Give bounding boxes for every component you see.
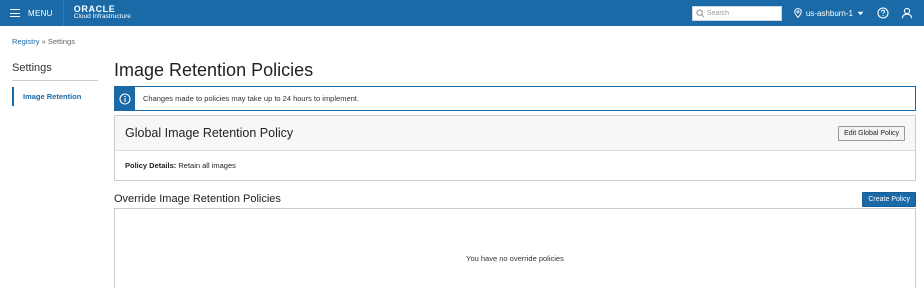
override-policies-title: Override Image Retention Policies: [114, 193, 281, 205]
user-icon[interactable]: [900, 6, 914, 20]
info-banner: Changes made to policies may take up to …: [114, 86, 916, 111]
breadcrumb-current: Settings: [47, 37, 75, 46]
info-icon: [115, 87, 135, 110]
brand-subtitle: Cloud Infrastructure: [73, 13, 131, 20]
edit-global-policy-button[interactable]: Edit Global Policy: [838, 125, 905, 141]
search-icon: [696, 8, 705, 17]
policy-details-value: Retain all images: [178, 161, 236, 170]
search-box[interactable]: [691, 5, 782, 21]
oracle-logo[interactable]: ORACLE Cloud Infrastructure: [74, 5, 131, 21]
menu-button[interactable]: MENU: [0, 0, 64, 26]
sidebar-item-image-retention[interactable]: Image Retention: [12, 87, 98, 106]
empty-state-message: You have no override policies: [466, 253, 564, 263]
policy-details: Policy Details: Retain all images: [115, 151, 915, 180]
brand-name: ORACLE: [73, 4, 116, 14]
chevron-down-icon: [857, 11, 864, 15]
breadcrumb: Registry » Settings: [12, 37, 75, 46]
policy-details-label: Policy Details:: [125, 161, 177, 170]
region-label: us-ashburn-1: [805, 8, 853, 18]
help-icon[interactable]: [876, 6, 890, 20]
breadcrumb-link-registry[interactable]: Registry: [12, 37, 40, 46]
global-policy-header: Global Image Retention Policy Edit Globa…: [115, 116, 915, 151]
search-input[interactable]: [692, 9, 781, 17]
hamburger-icon: [10, 9, 20, 17]
region-selector[interactable]: us-ashburn-1: [794, 8, 864, 18]
top-navigation-bar: MENU ORACLE Cloud Infrastructure us-ashb…: [0, 0, 924, 26]
create-policy-button[interactable]: Create Policy: [862, 191, 916, 207]
override-policies-panel: You have no override policies: [114, 208, 916, 288]
global-policy-title: Global Image Retention Policy: [125, 126, 294, 140]
override-header: Override Image Retention Policies Create…: [114, 191, 916, 207]
breadcrumb-separator: »: [41, 37, 46, 46]
top-right-controls: us-ashburn-1: [691, 0, 924, 26]
location-pin-icon: [794, 8, 802, 18]
global-policy-panel: Global Image Retention Policy Edit Globa…: [114, 115, 916, 181]
info-banner-text: Changes made to policies may take up to …: [143, 94, 359, 103]
menu-label: MENU: [28, 8, 53, 18]
page-title: Image Retention Policies: [114, 60, 314, 80]
sidebar: Settings Image Retention: [12, 62, 98, 106]
sidebar-title: Settings: [12, 62, 98, 81]
